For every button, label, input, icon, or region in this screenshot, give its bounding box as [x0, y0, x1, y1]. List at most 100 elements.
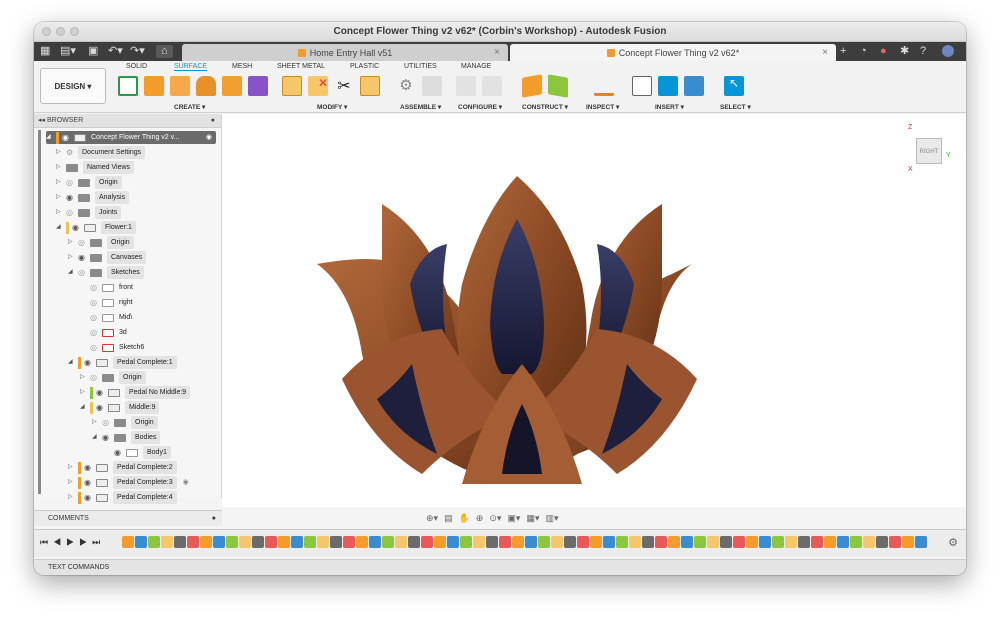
tree-node[interactable]: ◢ ◉ Middle:9: [80, 401, 160, 414]
assemble-menu[interactable]: ASSEMBLE ▾: [400, 103, 441, 111]
tree-node[interactable]: ◢ ◎ Sketches: [68, 266, 144, 279]
timeline-feature[interactable]: [213, 536, 225, 548]
timeline-feature[interactable]: [785, 536, 797, 548]
modify-menu[interactable]: MODIFY ▾: [317, 103, 347, 111]
joint-icon[interactable]: ⚙: [396, 76, 416, 96]
tree-node[interactable]: ▷ ◉ Pedal Complete:2: [68, 461, 177, 474]
timeline-feature[interactable]: [603, 536, 615, 548]
orbit-icon[interactable]: ⊕▾: [426, 513, 438, 524]
timeline-feature[interactable]: [694, 536, 706, 548]
tree-node[interactable]: ▷ ◎ Origin: [92, 416, 158, 429]
timeline-controls[interactable]: ⏮◀▶▶⏭: [40, 537, 105, 548]
tree-node[interactable]: ▷ ◉ Canvases: [68, 251, 147, 264]
timeline-feature[interactable]: [161, 536, 173, 548]
revolve-icon[interactable]: [170, 76, 190, 96]
timeline-feature[interactable]: [629, 536, 641, 548]
midplane-icon[interactable]: [548, 74, 568, 98]
timeline-feature[interactable]: [382, 536, 394, 548]
timeline-feature[interactable]: [330, 536, 342, 548]
timeline-feature[interactable]: [642, 536, 654, 548]
timeline-feature[interactable]: [811, 536, 823, 548]
tab-concept-flower[interactable]: Concept Flower Thing v2 v62* ×: [510, 44, 836, 61]
create-sketch-icon[interactable]: [118, 76, 138, 96]
timeline-feature[interactable]: [148, 536, 160, 548]
loft-icon[interactable]: [222, 76, 242, 96]
timeline-feature[interactable]: [187, 536, 199, 548]
timeline-feature[interactable]: [317, 536, 329, 548]
pin-icon[interactable]: ●: [212, 511, 216, 526]
timeline-feature[interactable]: [707, 536, 719, 548]
timeline-feature[interactable]: [499, 536, 511, 548]
timeline-feature[interactable]: [759, 536, 771, 548]
timeline-feature[interactable]: [915, 536, 927, 548]
view-cube[interactable]: Z RIGHT Y X: [908, 124, 951, 173]
tree-node[interactable]: ▷ ◎ Origin: [80, 371, 146, 384]
tree-node[interactable]: ◢ ◉ Pedal Complete:1: [68, 356, 177, 369]
press-pull-icon[interactable]: [360, 76, 380, 96]
tab-sheet-metal[interactable]: SHEET METAL: [277, 63, 325, 70]
timeline-feature[interactable]: [616, 536, 628, 548]
3d-viewport[interactable]: Z RIGHT Y X: [222, 114, 966, 507]
timeline-feature[interactable]: [304, 536, 316, 548]
select-menu[interactable]: SELECT ▾: [720, 103, 751, 111]
viewports-icon[interactable]: ▥▾: [545, 513, 558, 524]
close-tab-icon[interactable]: ×: [822, 47, 828, 58]
timeline-feature[interactable]: [668, 536, 680, 548]
tree-node[interactable]: ▷ ◉ Pedal Complete:4: [68, 491, 177, 504]
timeline-feature[interactable]: [135, 536, 147, 548]
new-tab-icon[interactable]: +: [840, 45, 846, 58]
timeline-feature[interactable]: [538, 536, 550, 548]
tree-node[interactable]: ▷ ◎ Origin: [68, 236, 134, 249]
timeline-feature[interactable]: [772, 536, 784, 548]
tree-node[interactable]: ◢ ◉ Bodies: [92, 431, 161, 444]
timeline-feature[interactable]: [473, 536, 485, 548]
measure-icon[interactable]: [594, 76, 614, 96]
extensions-icon[interactable]: ✱: [900, 45, 909, 58]
browser-scrollbar[interactable]: [38, 130, 41, 494]
avatar[interactable]: [942, 45, 954, 57]
file-icon[interactable]: ▤▾: [60, 45, 76, 58]
activate-icon[interactable]: ◉: [183, 476, 189, 489]
tree-node[interactable]: ◉ Body1: [114, 446, 171, 459]
tab-plastic[interactable]: PLASTIC: [350, 63, 379, 70]
timeline-feature[interactable]: [369, 536, 381, 548]
timeline-feature[interactable]: [733, 536, 745, 548]
timeline-feature[interactable]: [200, 536, 212, 548]
pan-icon[interactable]: ✋: [459, 513, 470, 524]
tab-surface[interactable]: SURFACE: [174, 63, 208, 71]
redo-icon[interactable]: ↷▾: [130, 45, 145, 58]
save-icon[interactable]: ▣: [88, 45, 98, 58]
timeline-feature[interactable]: [720, 536, 732, 548]
gear-icon[interactable]: ⚙: [948, 536, 958, 549]
tab-solid[interactable]: SOLID: [126, 63, 147, 70]
tree-node[interactable]: ▷ ◉ Pedal Complete:3 ◉: [68, 476, 189, 489]
undo-icon[interactable]: ↶▾: [108, 45, 123, 58]
timeline-feature[interactable]: [265, 536, 277, 548]
patch-icon[interactable]: [248, 76, 268, 96]
activate-icon[interactable]: ◉: [206, 131, 212, 144]
configure-icon[interactable]: [456, 76, 476, 96]
timeline-feature[interactable]: [798, 536, 810, 548]
display-settings-icon[interactable]: ▣▾: [507, 513, 520, 524]
create-menu[interactable]: CREATE ▾: [174, 103, 205, 111]
select-icon[interactable]: ↖: [724, 76, 744, 96]
timeline-feature[interactable]: [278, 536, 290, 548]
configure-menu[interactable]: CONFIGURE ▾: [458, 103, 502, 111]
timeline-feature[interactable]: [239, 536, 251, 548]
timeline-feature[interactable]: [447, 536, 459, 548]
timeline-feature[interactable]: [551, 536, 563, 548]
construct-menu[interactable]: CONSTRUCT ▾: [522, 103, 568, 111]
timeline-feature[interactable]: [291, 536, 303, 548]
insert-derive-icon[interactable]: [632, 76, 652, 96]
pin-icon[interactable]: ●: [211, 114, 215, 128]
tree-node[interactable]: ▷ ◉ Pedal No Middle:9: [80, 386, 191, 399]
tab-manage[interactable]: MANAGE: [461, 63, 491, 70]
insert-mcmaster-icon[interactable]: [658, 76, 678, 96]
timeline-feature[interactable]: [590, 536, 602, 548]
workspace-switcher[interactable]: DESIGN ▾: [40, 68, 106, 104]
zoom-window-icon[interactable]: ⊙▾: [489, 513, 501, 524]
zoom-icon[interactable]: ⊕: [476, 513, 484, 524]
timeline-feature[interactable]: [252, 536, 264, 548]
tab-utilities[interactable]: UTILITIES: [404, 63, 437, 70]
timeline-feature[interactable]: [525, 536, 537, 548]
